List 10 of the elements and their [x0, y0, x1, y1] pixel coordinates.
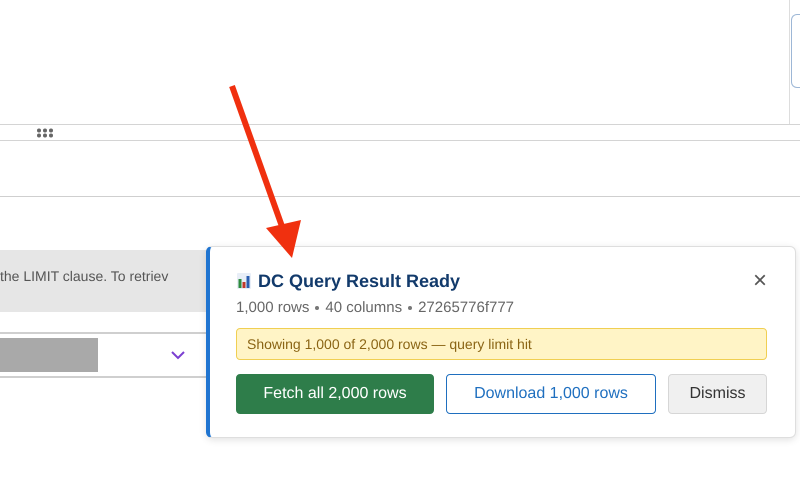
meta-text: 27265776f777 [418, 299, 514, 316]
meta-text: 1,000 rows [236, 299, 310, 316]
banner-text: the LIMIT clause. To retriev [0, 268, 168, 284]
fetch-button[interactable]: Fetch all 2,000 rows [236, 374, 434, 414]
download-button[interactable]: Download 1,000 rows [446, 374, 656, 414]
close-button[interactable]: × [752, 269, 767, 293]
meta-text: 40 columns [325, 299, 402, 316]
dismiss-button[interactable]: Dismiss [668, 374, 767, 414]
warning-text: Showing 1,000 of 2,000 rows — query limit hit [247, 336, 532, 352]
notification-title: DC Query Result Ready [258, 270, 460, 292]
